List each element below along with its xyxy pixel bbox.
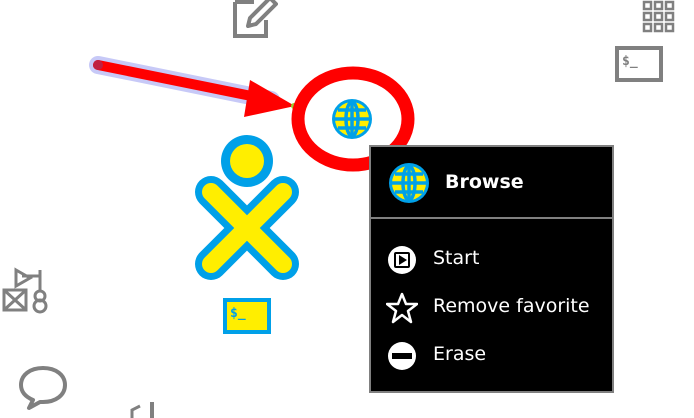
terminal-glyph: $_ [230,306,246,321]
star-outline-icon [385,292,419,324]
terminal-glyph: $_ [622,54,638,69]
menu-item-label: Erase [433,343,487,365]
palette-title: Browse [445,171,524,193]
terminal-activity-icon[interactable]: $_ [615,46,663,82]
browse-activity-icon[interactable] [329,97,375,143]
music-note-activity-icon[interactable] [124,402,160,418]
music-instruments-activity-icon[interactable] [0,266,52,314]
view-list-grid-icon[interactable] [642,0,676,34]
menu-item-remove-favorite[interactable]: Remove favorite [371,285,612,329]
browse-globe-icon [386,161,432,207]
activity-palette: Browse Start Remove favorite Erase [369,145,614,393]
xo-buddy-icon[interactable] [193,132,301,282]
menu-item-start[interactable]: Start [371,237,612,281]
chat-activity-icon[interactable] [18,364,70,412]
annotation-arrow [86,52,306,126]
write-activity-icon[interactable] [232,0,278,38]
erase-icon [386,340,418,372]
menu-item-erase[interactable]: Erase [371,333,612,377]
menu-item-label: Start [433,247,480,269]
palette-header: Browse [371,147,612,219]
menu-item-label: Remove favorite [433,295,590,317]
current-activity-terminal-icon[interactable]: $_ [223,298,271,334]
play-icon [386,244,418,276]
